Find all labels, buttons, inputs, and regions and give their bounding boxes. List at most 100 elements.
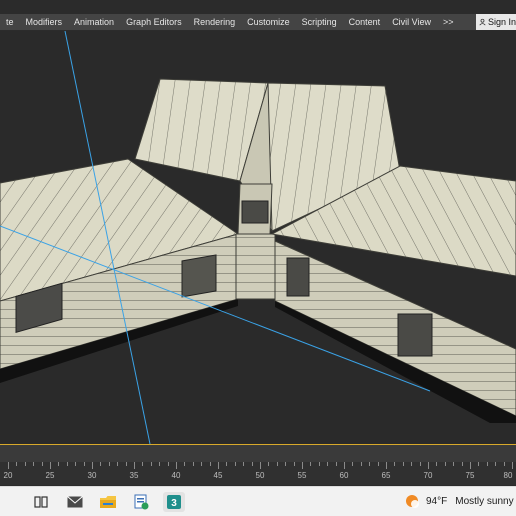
menu-bar: te Modifiers Animation Graph Editors Ren… — [0, 14, 516, 30]
weather-condition: Mostly sunny — [455, 495, 514, 507]
tick-label: 20 — [3, 471, 13, 480]
3ds-max-icon[interactable]: 3 — [163, 492, 185, 512]
time-tick — [201, 462, 203, 466]
time-tick — [310, 462, 312, 466]
center-wall — [235, 233, 276, 300]
time-tick — [92, 462, 93, 469]
sun-cloud-icon — [406, 495, 419, 508]
time-tick — [100, 462, 102, 466]
tick-label: 70 — [423, 471, 433, 480]
time-tick — [419, 462, 421, 466]
time-tick — [83, 462, 85, 466]
menu-create-partial[interactable]: te — [0, 14, 20, 30]
time-tick — [167, 462, 169, 466]
time-tick — [293, 462, 295, 466]
menu-content[interactable]: Content — [343, 14, 387, 30]
time-tick — [218, 462, 219, 469]
file-explorer-icon[interactable] — [97, 492, 119, 512]
tick-label: 40 — [171, 471, 181, 480]
time-tick — [226, 462, 228, 466]
menu-modifiers[interactable]: Modifiers — [20, 14, 69, 30]
time-tick — [411, 462, 413, 466]
file-manager-icon[interactable] — [130, 492, 152, 512]
time-tick — [318, 462, 320, 466]
menu-customize[interactable]: Customize — [241, 14, 296, 30]
time-tick — [377, 462, 379, 466]
weather-temperature: 94°F — [426, 495, 448, 507]
left-window-2 — [181, 254, 217, 298]
time-tick — [8, 462, 9, 469]
time-tick — [360, 462, 362, 466]
tick-label: 30 — [87, 471, 97, 480]
time-tick — [386, 462, 387, 469]
time-tick — [344, 462, 345, 469]
time-tick — [352, 462, 354, 466]
weather-widget[interactable]: 94°F Mostly sunny — [404, 493, 514, 509]
time-tick — [512, 462, 513, 469]
tick-label: 55 — [297, 471, 307, 480]
time-tick — [176, 462, 177, 469]
svg-text:3: 3 — [171, 498, 177, 509]
tick-label: 35 — [129, 471, 139, 480]
time-tick — [75, 462, 77, 466]
time-tick — [302, 462, 303, 469]
time-tick — [369, 462, 371, 466]
time-tick — [453, 462, 455, 466]
time-tick — [243, 462, 245, 466]
menu-animation[interactable]: Animation — [68, 14, 120, 30]
time-tick — [24, 462, 26, 466]
time-tick — [285, 462, 287, 466]
tick-label: 60 — [339, 471, 349, 480]
time-tick — [16, 462, 18, 466]
menu-rendering[interactable]: Rendering — [188, 14, 242, 30]
right-window-2 — [397, 313, 433, 357]
sign-in-label: Sign In — [487, 17, 516, 27]
time-tick — [444, 462, 446, 466]
time-tick — [503, 462, 505, 466]
time-tick — [192, 462, 194, 466]
menu-scripting[interactable]: Scripting — [296, 14, 343, 30]
taskbar: 3 94°F Mostly sunny — [0, 486, 516, 516]
user-icon — [479, 18, 486, 26]
time-tick — [142, 462, 144, 466]
sign-in-button[interactable]: Sign In — [476, 14, 516, 30]
tick-label: 45 — [213, 471, 223, 480]
tick-label: 75 — [465, 471, 475, 480]
time-tick — [260, 462, 261, 469]
time-tick — [117, 462, 119, 466]
time-tick — [66, 462, 68, 466]
time-tick — [234, 462, 236, 466]
time-tick — [394, 462, 396, 466]
right-window-1 — [286, 257, 310, 297]
menu-overflow-button[interactable]: >> — [437, 14, 460, 30]
timeline[interactable]: 20 25 30 35 40 45 50 55 60 65 70 75 80 — [0, 445, 516, 485]
time-tick — [495, 462, 497, 466]
task-view-icon[interactable] — [30, 492, 52, 512]
building-model — [0, 31, 516, 444]
time-tick — [436, 462, 438, 466]
entrance-window — [241, 200, 269, 224]
perspective-viewport[interactable] — [0, 31, 516, 444]
menu-civil-view[interactable]: Civil View — [386, 14, 437, 30]
time-tick — [251, 462, 253, 466]
tick-label: 65 — [381, 471, 391, 480]
mail-icon[interactable] — [64, 492, 86, 512]
time-tick — [108, 462, 110, 466]
time-tick — [58, 462, 60, 466]
tick-label: 80 — [503, 471, 513, 480]
time-tick — [50, 462, 51, 469]
time-tick — [134, 462, 135, 469]
time-tick — [461, 462, 463, 466]
menu-graph-editors[interactable]: Graph Editors — [120, 14, 188, 30]
time-tick — [209, 462, 211, 466]
time-tick — [33, 462, 35, 466]
time-tick — [41, 462, 43, 466]
time-tick — [268, 462, 270, 466]
time-tick — [428, 462, 429, 469]
time-tick — [184, 462, 186, 466]
time-tick — [125, 462, 127, 466]
time-tick — [327, 462, 329, 466]
time-tick — [150, 462, 152, 466]
tick-label: 25 — [45, 471, 55, 480]
time-ruler[interactable]: 20 25 30 35 40 45 50 55 60 65 70 75 80 — [0, 462, 516, 485]
